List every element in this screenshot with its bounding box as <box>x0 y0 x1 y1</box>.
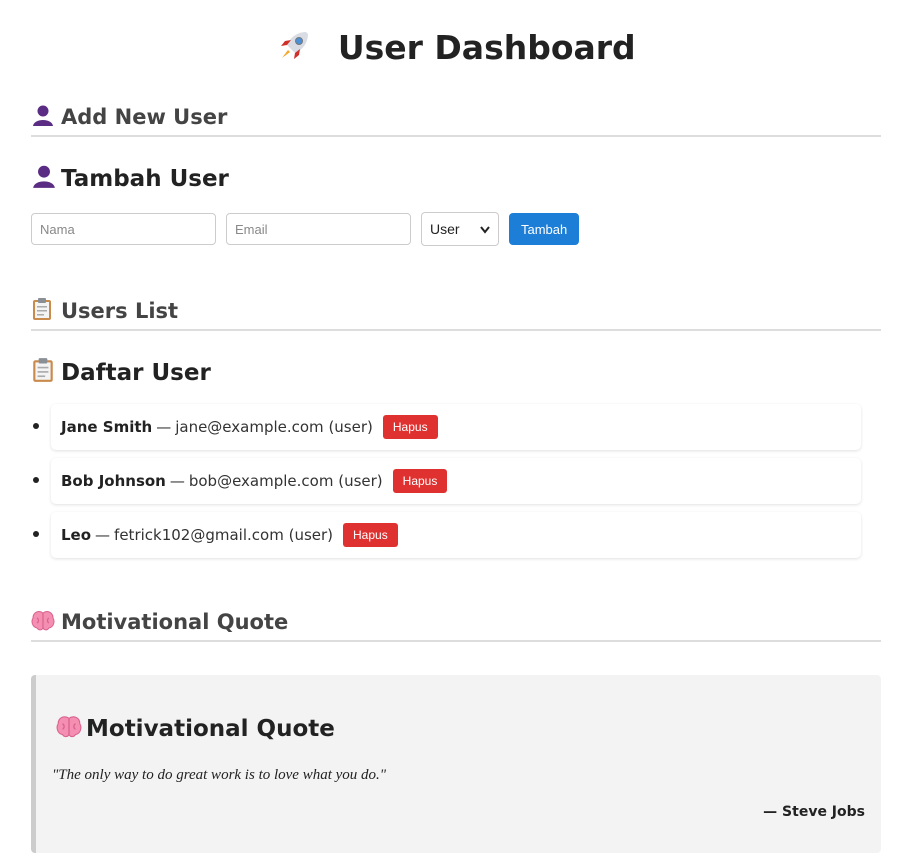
quote-author: — Steve Jobs <box>763 804 865 820</box>
users-subheading: Daftar User <box>31 357 211 386</box>
rocket-icon <box>276 28 324 67</box>
bullet <box>33 423 39 429</box>
page-title-text: User Dashboard <box>337 28 636 67</box>
clipboard-icon <box>31 357 61 386</box>
user-silhouette-icon <box>31 163 61 192</box>
list-item: Jane Smith — jane@example.com (user) Hap… <box>33 404 861 450</box>
separator: — <box>156 418 172 436</box>
user-role: (user) <box>328 418 373 436</box>
list-item: Leo — fetrick102@gmail.com (user) Hapus <box>33 512 861 558</box>
page-title: User Dashboard <box>31 28 881 67</box>
name-input[interactable] <box>31 213 216 245</box>
add-user-subheading: Tambah User <box>31 163 229 192</box>
user-role: (user) <box>338 472 383 490</box>
bullet <box>33 531 39 537</box>
user-email: jane@example.com <box>175 418 324 436</box>
users-section-heading: Users List <box>31 297 881 331</box>
quote-subheading: Motivational Quote <box>56 715 335 742</box>
separator: — <box>95 526 111 544</box>
delete-button[interactable]: Hapus <box>382 415 438 439</box>
user-name: Jane Smith <box>61 418 153 436</box>
add-user-section-heading: Add New User <box>31 103 881 137</box>
separator: — <box>169 472 185 490</box>
brain-icon <box>56 715 82 739</box>
bullet <box>33 477 39 483</box>
user-name: Leo <box>61 526 92 544</box>
quote-section-heading: Motivational Quote <box>31 610 881 642</box>
user-list: Jane Smith — jane@example.com (user) Hap… <box>33 404 861 566</box>
user-silhouette-icon <box>31 103 61 129</box>
brain-icon <box>31 610 61 634</box>
user-role: (user) <box>288 526 334 544</box>
add-user-form: User Tambah <box>31 212 580 246</box>
delete-button[interactable]: Hapus <box>392 469 448 493</box>
email-input[interactable] <box>226 213 411 245</box>
user-email: bob@example.com <box>188 472 334 490</box>
clipboard-icon <box>31 297 61 323</box>
add-user-button[interactable]: Tambah <box>509 213 580 245</box>
quote-card: Motivational Quote "The only way to do g… <box>31 675 881 853</box>
role-select[interactable]: User <box>421 212 499 246</box>
list-item: Bob Johnson — bob@example.com (user) Hap… <box>33 458 861 504</box>
role-select-value: User <box>430 221 460 237</box>
chevron-down-icon <box>480 221 490 237</box>
quote-text: "The only way to do great work is to lov… <box>52 767 387 783</box>
user-name: Bob Johnson <box>61 472 166 490</box>
delete-button[interactable]: Hapus <box>343 523 398 547</box>
user-email: fetrick102@gmail.com <box>114 526 284 544</box>
